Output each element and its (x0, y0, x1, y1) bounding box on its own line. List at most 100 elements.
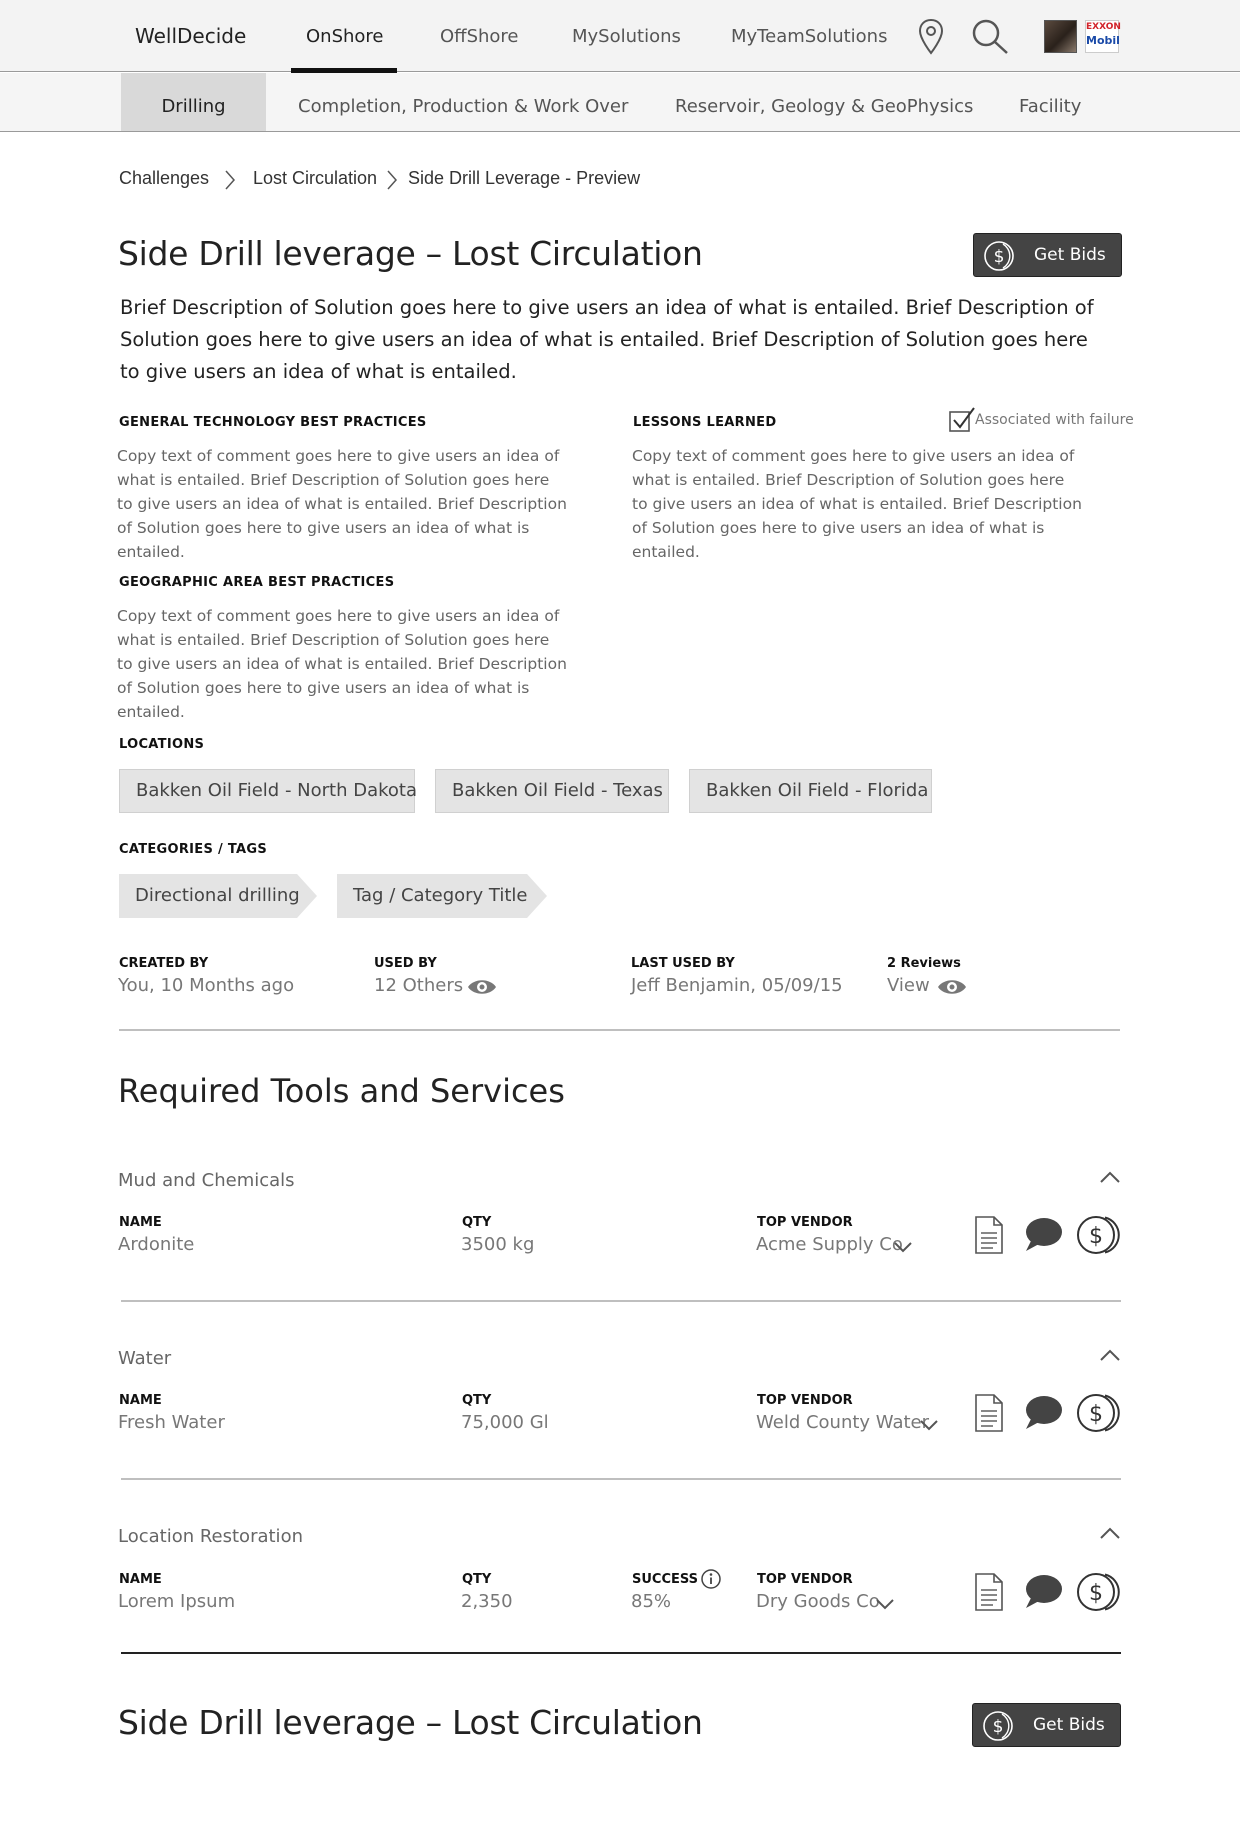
comment-icon[interactable] (1023, 1215, 1063, 1253)
chevron-down-icon[interactable] (919, 1418, 939, 1432)
locations-heading: LOCATIONS (119, 737, 205, 752)
associated-failure-checkbox-icon[interactable] (948, 406, 976, 434)
get-bids-button[interactable]: $ Get Bids (973, 233, 1122, 277)
used-by-value[interactable]: 12 Others (374, 975, 463, 996)
breadcrumb-challenges[interactable]: Challenges (119, 168, 209, 189)
user-avatar[interactable] (1044, 20, 1077, 53)
used-by-label: USED BY (374, 956, 437, 971)
chevron-up-icon[interactable] (1099, 1526, 1121, 1540)
nav-link-mysolutions[interactable]: MySolutions (572, 26, 681, 47)
logo-bottom-text: Mobil (1086, 34, 1120, 47)
comment-icon[interactable] (1023, 1572, 1063, 1610)
lessons-learned-heading: LESSONS LEARNED (633, 415, 777, 430)
dollar-coin-icon[interactable]: $ (1075, 1214, 1121, 1256)
general-practices-heading: GENERAL TECHNOLOGY BEST PRACTICES (119, 415, 427, 430)
nav-link-myteamsolutions[interactable]: MyTeamSolutions (731, 26, 887, 47)
top-vendor-select[interactable]: Acme Supply Co (756, 1234, 903, 1255)
comment-icon[interactable] (1023, 1393, 1063, 1431)
success-value: 85% (631, 1591, 672, 1612)
chevron-up-icon[interactable] (1099, 1348, 1121, 1362)
associated-failure-label: Associated with failure (975, 412, 1134, 428)
general-practices-text: Copy text of comment goes here to give u… (117, 447, 567, 561)
reviews-label: 2 Reviews (887, 956, 961, 971)
category-tag[interactable]: Directional drilling (119, 874, 319, 918)
nav-link-offshore[interactable]: OffShore (440, 26, 519, 47)
tools-heading: Required Tools and Services (118, 1072, 565, 1110)
info-icon[interactable] (700, 1568, 722, 1590)
name-label: NAME (119, 1215, 162, 1230)
tool-name-value: Ardonite (118, 1234, 195, 1255)
top-vendor-label: TOP VENDOR (757, 1393, 853, 1408)
sub-navigation: Drilling Completion, Production & Work O… (0, 73, 1240, 132)
last-used-label: LAST USED BY (631, 956, 735, 971)
location-chip[interactable]: Bakken Oil Field - North Dakota (119, 769, 417, 813)
get-bids-label: Get Bids (1033, 1715, 1105, 1735)
tool-name-value: Fresh Water (118, 1412, 225, 1433)
tool-qty-value: 3500 kg (461, 1234, 535, 1255)
svg-text:$: $ (993, 1717, 1004, 1737)
top-vendor-label: TOP VENDOR (757, 1215, 853, 1230)
document-icon[interactable] (973, 1215, 1005, 1255)
subtab-completion[interactable]: Completion, Production & Work Over (298, 73, 628, 131)
lessons-learned-text: Copy text of comment goes here to give u… (632, 447, 1082, 561)
created-by-value: You, 10 Months ago (118, 975, 295, 996)
subtab-drilling[interactable]: Drilling (121, 73, 266, 131)
name-label: NAME (119, 1393, 162, 1408)
location-pin-icon[interactable] (917, 18, 945, 60)
footer-title: Side Drill leverage – Lost Circulation (118, 1703, 703, 1742)
solution-description: Brief Description of Solution goes here … (120, 296, 1094, 383)
document-icon[interactable] (973, 1572, 1005, 1612)
qty-label: QTY (462, 1393, 492, 1408)
subtab-facility[interactable]: Facility (1019, 73, 1081, 131)
location-chip[interactable]: Bakken Oil Field - Texas (435, 769, 669, 813)
company-logo: EXXON Mobil (1085, 20, 1121, 53)
nav-link-onshore[interactable]: OnShore (306, 26, 384, 47)
categories-heading: CATEGORIES / TAGS (119, 842, 268, 857)
location-chip[interactable]: Bakken Oil Field - Florida (689, 769, 932, 813)
tool-name-value: Lorem Ipsum (118, 1591, 236, 1612)
get-bids-button[interactable]: $ Get Bids (972, 1703, 1121, 1747)
qty-label: QTY (462, 1215, 492, 1230)
chevron-up-icon[interactable] (1099, 1170, 1121, 1184)
get-bids-label: Get Bids (1034, 245, 1106, 265)
search-icon[interactable] (970, 18, 1010, 60)
divider (121, 1652, 1121, 1654)
document-icon[interactable] (973, 1393, 1005, 1433)
divider (119, 1029, 1120, 1031)
brand-logo-text[interactable]: WellDecide (135, 24, 246, 48)
reviews-view-link[interactable]: View (887, 975, 930, 996)
top-vendor-label: TOP VENDOR (757, 1572, 853, 1587)
last-used-value: Jeff Benjamin, 05/09/15 (631, 975, 843, 996)
svg-text:$: $ (1089, 1402, 1103, 1427)
top-vendor-select[interactable]: Dry Goods Co (756, 1591, 880, 1612)
breadcrumb-chevron-icon (387, 170, 398, 190)
tool-qty-value: 2,350 (461, 1591, 513, 1612)
name-label: NAME (119, 1572, 162, 1587)
breadcrumb-chevron-icon (225, 170, 236, 190)
tool-group-title: Water (118, 1348, 172, 1369)
chevron-down-icon[interactable] (893, 1240, 913, 1254)
qty-label: QTY (462, 1572, 492, 1587)
eye-icon[interactable] (937, 976, 967, 998)
category-tag[interactable]: Tag / Category Title (337, 874, 549, 918)
subtab-reservoir[interactable]: Reservoir, Geology & GeoPhysics (675, 73, 973, 131)
category-tag-label: Directional drilling (135, 885, 300, 906)
logo-top-text: EXXON (1086, 22, 1121, 32)
tool-group-title: Location Restoration (118, 1526, 303, 1547)
svg-text:$: $ (1089, 1224, 1103, 1249)
eye-icon[interactable] (467, 976, 497, 998)
svg-text:$: $ (1089, 1581, 1103, 1606)
divider (121, 1478, 1121, 1480)
tool-group-title: Mud and Chemicals (118, 1170, 295, 1191)
svg-text:$: $ (994, 247, 1005, 267)
page-title: Side Drill leverage – Lost Circulation (118, 234, 703, 273)
geographic-practices-heading: GEOGRAPHIC AREA BEST PRACTICES (119, 575, 395, 590)
chevron-down-icon[interactable] (875, 1597, 895, 1611)
dollar-coin-icon[interactable]: $ (1075, 1571, 1121, 1613)
created-by-label: CREATED BY (119, 956, 209, 971)
top-vendor-select[interactable]: Weld County Water (756, 1412, 929, 1433)
dollar-coin-icon[interactable]: $ (1075, 1392, 1121, 1434)
success-label: SUCCESS (632, 1572, 699, 1587)
breadcrumb-lost-circulation[interactable]: Lost Circulation (253, 168, 377, 189)
geographic-practices-text: Copy text of comment goes here to give u… (117, 607, 567, 721)
